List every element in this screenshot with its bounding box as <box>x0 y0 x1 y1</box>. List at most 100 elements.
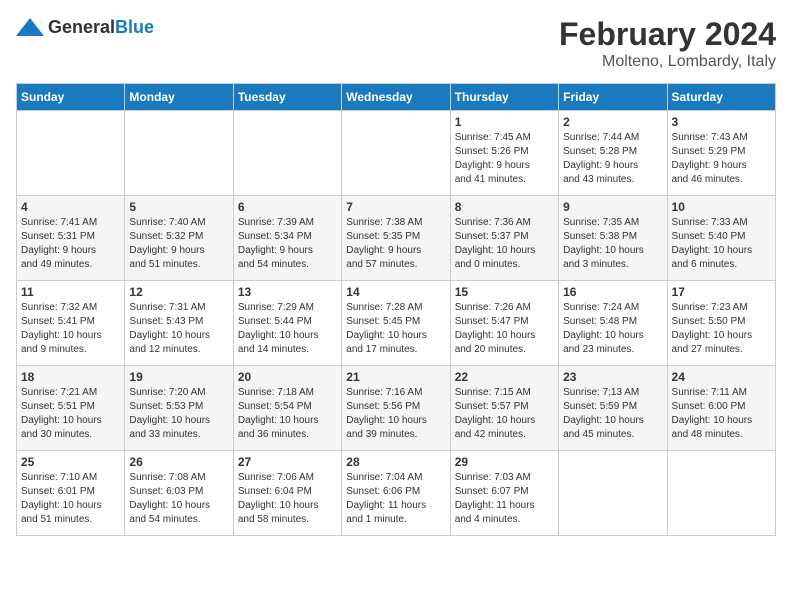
calendar-cell <box>125 111 233 196</box>
day-detail: Sunrise: 7:10 AM Sunset: 6:01 PM Dayligh… <box>21 471 120 527</box>
day-number: 23 <box>563 370 662 384</box>
day-detail: Sunrise: 7:20 AM Sunset: 5:53 PM Dayligh… <box>129 386 228 442</box>
calendar-cell: 19Sunrise: 7:20 AM Sunset: 5:53 PM Dayli… <box>125 366 233 451</box>
calendar-cell: 6 Sunrise: 7:39 AM Sunset: 5:34 PM Daylig… <box>233 196 341 281</box>
calendar-cell: 5 Sunrise: 7:40 AM Sunset: 5:32 PM Daylig… <box>125 196 233 281</box>
calendar-cell: 9Sunrise: 7:35 AM Sunset: 5:38 PM Daylig… <box>559 196 667 281</box>
calendar-cell: 26 Sunrise: 7:08 AM Sunset: 6:03 PM Dayli… <box>125 451 233 536</box>
day-detail: Sunrise: 7:43 AM Sunset: 5:29 PM Dayligh… <box>672 131 771 187</box>
day-detail: Sunrise: 7:29 AM Sunset: 5:44 PM Dayligh… <box>238 301 337 357</box>
logo-blue-text: Blue <box>115 17 154 37</box>
day-number: 11 <box>21 285 120 299</box>
day-detail: Sunrise: 7:04 AM Sunset: 6:06 PM Dayligh… <box>346 471 445 527</box>
header-wednesday: Wednesday <box>342 84 450 111</box>
day-number: 6 <box>238 200 337 214</box>
calendar-cell: 27 Sunrise: 7:06 AM Sunset: 6:04 PM Dayli… <box>233 451 341 536</box>
day-detail: Sunrise: 7:35 AM Sunset: 5:38 PM Dayligh… <box>563 216 662 272</box>
calendar-cell: 20 Sunrise: 7:18 AM Sunset: 5:54 PM Dayli… <box>233 366 341 451</box>
calendar-cell: 7Sunrise: 7:38 AM Sunset: 5:35 PM Daylig… <box>342 196 450 281</box>
day-number: 22 <box>455 370 554 384</box>
week-row-3: 11 Sunrise: 7:32 AM Sunset: 5:41 PM Dayli… <box>17 281 776 366</box>
day-detail: Sunrise: 7:15 AM Sunset: 5:57 PM Dayligh… <box>455 386 554 442</box>
day-detail: Sunrise: 7:16 AM Sunset: 5:56 PM Dayligh… <box>346 386 445 442</box>
calendar-cell: 22 Sunrise: 7:15 AM Sunset: 5:57 PM Dayli… <box>450 366 558 451</box>
location-title: Molteno, Lombardy, Italy <box>559 53 776 71</box>
day-number: 20 <box>238 370 337 384</box>
day-number: 29 <box>455 455 554 469</box>
day-detail: Sunrise: 7:44 AM Sunset: 5:28 PM Dayligh… <box>563 131 662 187</box>
header-sunday: Sunday <box>17 84 125 111</box>
day-detail: Sunrise: 7:18 AM Sunset: 5:54 PM Dayligh… <box>238 386 337 442</box>
day-detail: Sunrise: 7:45 AM Sunset: 5:26 PM Dayligh… <box>455 131 554 187</box>
day-detail: Sunrise: 7:28 AM Sunset: 5:45 PM Dayligh… <box>346 301 445 357</box>
calendar-cell: 29 Sunrise: 7:03 AM Sunset: 6:07 PM Dayli… <box>450 451 558 536</box>
calendar-cell: 14 Sunrise: 7:28 AM Sunset: 5:45 PM Dayli… <box>342 281 450 366</box>
calendar-cell: 23Sunrise: 7:13 AM Sunset: 5:59 PM Dayli… <box>559 366 667 451</box>
day-detail: Sunrise: 7:40 AM Sunset: 5:32 PM Dayligh… <box>129 216 228 272</box>
day-detail: Sunrise: 7:08 AM Sunset: 6:03 PM Dayligh… <box>129 471 228 527</box>
day-detail: Sunrise: 7:03 AM Sunset: 6:07 PM Dayligh… <box>455 471 554 527</box>
day-number: 16 <box>563 285 662 299</box>
day-detail: Sunrise: 7:33 AM Sunset: 5:40 PM Dayligh… <box>672 216 771 272</box>
calendar-cell: 25 Sunrise: 7:10 AM Sunset: 6:01 PM Dayli… <box>17 451 125 536</box>
calendar-cell: 13 Sunrise: 7:29 AM Sunset: 5:44 PM Dayli… <box>233 281 341 366</box>
calendar-cell <box>233 111 341 196</box>
day-detail: Sunrise: 7:36 AM Sunset: 5:37 PM Dayligh… <box>455 216 554 272</box>
day-number: 17 <box>672 285 771 299</box>
day-detail: Sunrise: 7:26 AM Sunset: 5:47 PM Dayligh… <box>455 301 554 357</box>
day-detail: Sunrise: 7:38 AM Sunset: 5:35 PM Dayligh… <box>346 216 445 272</box>
calendar-cell: 2 Sunrise: 7:44 AM Sunset: 5:28 PM Daylig… <box>559 111 667 196</box>
day-detail: Sunrise: 7:21 AM Sunset: 5:51 PM Dayligh… <box>21 386 120 442</box>
day-detail: Sunrise: 7:06 AM Sunset: 6:04 PM Dayligh… <box>238 471 337 527</box>
week-row-5: 25 Sunrise: 7:10 AM Sunset: 6:01 PM Dayli… <box>17 451 776 536</box>
month-title: February 2024 <box>559 16 776 53</box>
day-number: 18 <box>21 370 120 384</box>
calendar-cell: 3 Sunrise: 7:43 AM Sunset: 5:29 PM Daylig… <box>667 111 775 196</box>
day-number: 8 <box>455 200 554 214</box>
day-number: 5 <box>129 200 228 214</box>
calendar-cell: 17 Sunrise: 7:23 AM Sunset: 5:50 PM Dayli… <box>667 281 775 366</box>
header-monday: Monday <box>125 84 233 111</box>
header-saturday: Saturday <box>667 84 775 111</box>
day-detail: Sunrise: 7:23 AM Sunset: 5:50 PM Dayligh… <box>672 301 771 357</box>
calendar-cell <box>559 451 667 536</box>
day-number: 28 <box>346 455 445 469</box>
day-number: 25 <box>21 455 120 469</box>
calendar-cell: 18 Sunrise: 7:21 AM Sunset: 5:51 PM Dayli… <box>17 366 125 451</box>
day-detail: Sunrise: 7:24 AM Sunset: 5:48 PM Dayligh… <box>563 301 662 357</box>
calendar-cell: 10 Sunrise: 7:33 AM Sunset: 5:40 PM Dayli… <box>667 196 775 281</box>
day-number: 14 <box>346 285 445 299</box>
day-number: 10 <box>672 200 771 214</box>
day-number: 4 <box>21 200 120 214</box>
day-detail: Sunrise: 7:32 AM Sunset: 5:41 PM Dayligh… <box>21 301 120 357</box>
week-row-2: 4Sunrise: 7:41 AM Sunset: 5:31 PM Daylig… <box>17 196 776 281</box>
day-detail: Sunrise: 7:11 AM Sunset: 6:00 PM Dayligh… <box>672 386 771 442</box>
day-number: 26 <box>129 455 228 469</box>
calendar-cell <box>17 111 125 196</box>
day-number: 15 <box>455 285 554 299</box>
day-number: 13 <box>238 285 337 299</box>
header-thursday: Thursday <box>450 84 558 111</box>
logo: GeneralBlue <box>16 16 154 38</box>
calendar-cell: 1 Sunrise: 7:45 AM Sunset: 5:26 PM Daylig… <box>450 111 558 196</box>
week-row-4: 18 Sunrise: 7:21 AM Sunset: 5:51 PM Dayli… <box>17 366 776 451</box>
day-number: 21 <box>346 370 445 384</box>
week-row-1: 1 Sunrise: 7:45 AM Sunset: 5:26 PM Daylig… <box>17 111 776 196</box>
calendar-cell: 16 Sunrise: 7:24 AM Sunset: 5:48 PM Dayli… <box>559 281 667 366</box>
calendar-header-row: SundayMondayTuesdayWednesdayThursdayFrid… <box>17 84 776 111</box>
day-number: 3 <box>672 115 771 129</box>
calendar-cell: 4Sunrise: 7:41 AM Sunset: 5:31 PM Daylig… <box>17 196 125 281</box>
day-number: 2 <box>563 115 662 129</box>
header: GeneralBlue February 2024 Molteno, Lomba… <box>16 16 776 71</box>
day-detail: Sunrise: 7:39 AM Sunset: 5:34 PM Dayligh… <box>238 216 337 272</box>
day-detail: Sunrise: 7:31 AM Sunset: 5:43 PM Dayligh… <box>129 301 228 357</box>
calendar-cell <box>342 111 450 196</box>
day-number: 27 <box>238 455 337 469</box>
calendar-cell: 11 Sunrise: 7:32 AM Sunset: 5:41 PM Dayli… <box>17 281 125 366</box>
header-friday: Friday <box>559 84 667 111</box>
day-number: 1 <box>455 115 554 129</box>
calendar-cell: 28 Sunrise: 7:04 AM Sunset: 6:06 PM Dayli… <box>342 451 450 536</box>
day-number: 24 <box>672 370 771 384</box>
calendar-cell: 21 Sunrise: 7:16 AM Sunset: 5:56 PM Dayli… <box>342 366 450 451</box>
calendar-cell: 24 Sunrise: 7:11 AM Sunset: 6:00 PM Dayli… <box>667 366 775 451</box>
